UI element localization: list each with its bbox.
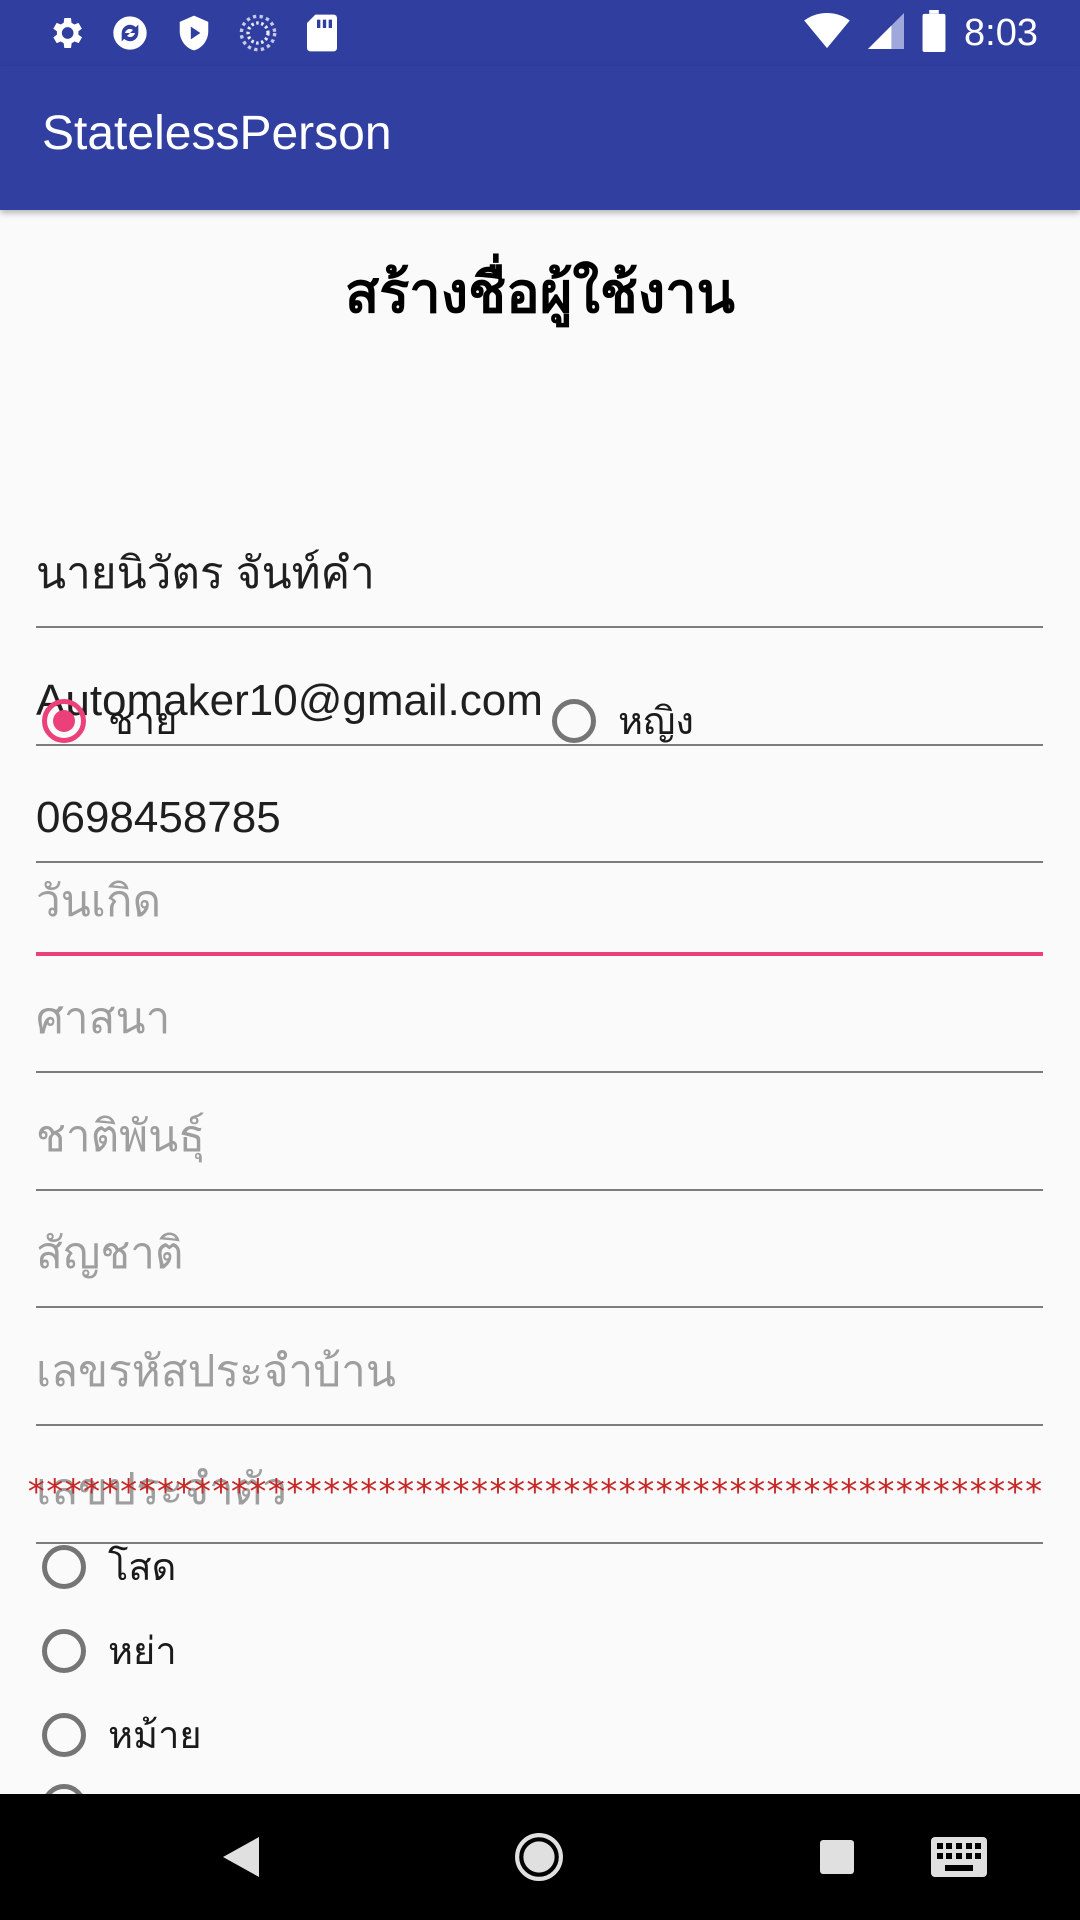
notification-icons: [46, 8, 342, 58]
settings-icon: [46, 13, 86, 53]
house-id-underline: [36, 1424, 1043, 1426]
marital-divorced-label: หย่า: [108, 1629, 177, 1673]
system-icons: 8:03: [804, 8, 1038, 58]
sync-icon: [110, 13, 150, 53]
marital-divorced-radio[interactable]: หย่า: [42, 1620, 177, 1681]
radio-unchecked-icon: [42, 1784, 86, 1794]
marital-single-radio[interactable]: โสด: [42, 1536, 176, 1597]
phone-field[interactable]: 0698458785: [36, 767, 1043, 863]
app-bar: StatelessPerson: [0, 66, 1080, 210]
home-icon[interactable]: [506, 1824, 572, 1890]
back-icon[interactable]: [208, 1824, 274, 1890]
birthday-placeholder: วันเกิด: [36, 876, 162, 927]
keyboard-icon[interactable]: [926, 1824, 992, 1890]
gender-female-radio[interactable]: หญิง: [552, 690, 694, 751]
name-field[interactable]: นายนิวัตร จันท์คำ: [36, 532, 1043, 628]
birthday-underline: [36, 952, 1043, 956]
radio-unchecked-icon: [552, 698, 596, 743]
radio-unchecked-icon: [42, 1628, 86, 1673]
phone-value: 0698458785: [36, 793, 281, 842]
race-field[interactable]: ชาติพันธุ์: [36, 1095, 1043, 1191]
religion-placeholder: ศาสนา: [36, 993, 171, 1044]
marital-widowed-label: หม้าย: [108, 1713, 202, 1757]
battery-icon: [922, 10, 946, 56]
gender-male-radio[interactable]: ชาย: [42, 690, 177, 751]
status-time: 8:03: [964, 11, 1038, 54]
house-id-placeholder: เลขรหัสประจำบ้าน: [36, 1346, 396, 1397]
race-underline: [36, 1189, 1043, 1191]
email-underline: [36, 744, 1043, 746]
nationality-underline: [36, 1306, 1043, 1308]
loading-icon: [238, 13, 278, 53]
wifi-icon: [804, 12, 850, 54]
signal-icon: [868, 12, 905, 54]
recents-icon[interactable]: [804, 1824, 870, 1890]
nationality-placeholder: สัญชาติ: [36, 1228, 184, 1279]
gender-female-label: หญิง: [618, 699, 694, 743]
marital-next-radio[interactable]: [42, 1784, 108, 1794]
radio-unchecked-icon: [42, 1712, 86, 1757]
status-bar: 8:03: [0, 0, 1080, 66]
registration-form: สร้างชื่อผู้ใช้งาน นายนิวัตร จันท์คำ Aut…: [0, 210, 1080, 1794]
radio-checked-icon: [42, 698, 86, 743]
house-id-field[interactable]: เลขรหัสประจำบ้าน: [36, 1330, 1043, 1426]
app-title: StatelessPerson: [42, 107, 392, 160]
race-placeholder: ชาติพันธุ์: [36, 1111, 206, 1162]
marital-single-label: โสด: [108, 1545, 177, 1589]
play-protect-icon: [174, 13, 214, 53]
page-title: สร้างชื่อผู้ใช้งาน: [345, 261, 735, 326]
sd-card-icon: [302, 13, 342, 53]
separator-stars: ****************************************…: [26, 1472, 1044, 1512]
birthday-field[interactable]: วันเกิด: [36, 860, 1043, 956]
email-field[interactable]: Automaker10@gmail.com: [36, 650, 1043, 746]
gender-male-label: ชาย: [108, 699, 178, 743]
religion-field[interactable]: ศาสนา: [36, 977, 1043, 1073]
id-number-underline: [36, 1542, 1043, 1544]
marital-widowed-radio[interactable]: หม้าย: [42, 1704, 202, 1765]
radio-unchecked-icon: [42, 1544, 86, 1589]
religion-underline: [36, 1071, 1043, 1073]
nationality-field[interactable]: สัญชาติ: [36, 1212, 1043, 1308]
name-underline: [36, 626, 1043, 628]
navigation-bar: [0, 1794, 1080, 1920]
name-value: นายนิวัตร จันท์คำ: [36, 549, 375, 598]
